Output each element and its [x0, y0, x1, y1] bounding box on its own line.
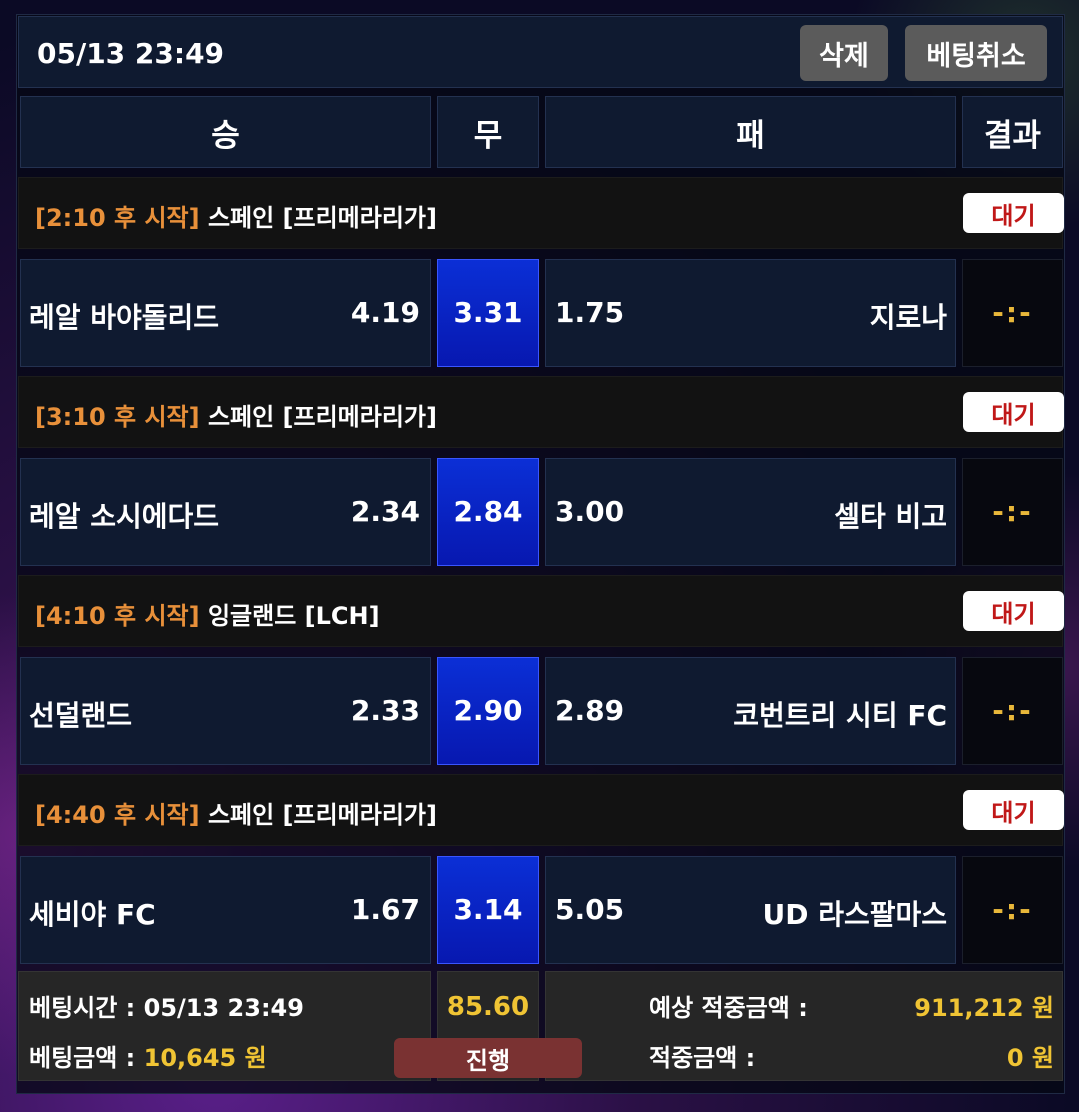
- away-odds: 5.05: [555, 893, 625, 926]
- bet-amount-label: 베팅금액 :: [29, 1044, 144, 1072]
- status-badge: 대기: [963, 591, 1064, 631]
- match-info-row: [4:40 후 시작] 스페인 [프리메라리가] 대기: [18, 774, 1064, 846]
- bet-slip-header: 05/13 23:49 삭제 베팅취소: [18, 16, 1063, 88]
- match-start-time: [4:10 후 시작]: [35, 602, 200, 630]
- result-score: -:-: [992, 893, 1033, 926]
- column-header-win: 승: [20, 96, 431, 168]
- status-badge: 대기: [963, 790, 1064, 830]
- away-team-name: 셀타 비고: [834, 500, 947, 533]
- status-badge: 대기: [963, 392, 1064, 432]
- delete-button[interactable]: 삭제: [800, 25, 888, 81]
- draw-odds-cell[interactable]: 2.90: [437, 657, 539, 765]
- result-cell: -:-: [962, 657, 1063, 765]
- away-team-cell[interactable]: 3.00 셀타 비고: [545, 458, 956, 566]
- result-cell: -:-: [962, 458, 1063, 566]
- bet-datetime: 05/13 23:49: [37, 37, 225, 70]
- result-score: -:-: [992, 495, 1033, 528]
- home-team-name: 세비야 FC: [29, 898, 156, 931]
- away-team-cell[interactable]: 2.89 코번트리 시티 FC: [545, 657, 956, 765]
- home-team-cell[interactable]: 레알 소시에다드 2.34: [20, 458, 431, 566]
- won-amount-value: 0 원: [1006, 1044, 1054, 1072]
- bet-time-value: 05/13 23:49: [143, 994, 304, 1022]
- match-info-row: [4:10 후 시작] 잉글랜드 [LCH] 대기: [18, 575, 1064, 647]
- bet-summary-left: 베팅시간 : 05/13 23:49 베팅금액 : 10,645 원: [18, 971, 431, 1081]
- column-header-lose: 패: [545, 96, 956, 168]
- home-odds: 2.33: [350, 694, 420, 727]
- bet-time-label: 베팅시간 :: [29, 994, 144, 1022]
- total-odds: 85.60: [446, 992, 530, 1022]
- match-league: 스페인 [프리메라리가]: [207, 801, 437, 829]
- home-team-name: 선덜랜드: [29, 699, 133, 732]
- home-odds: 2.34: [350, 495, 420, 528]
- match-start-time: [3:10 후 시작]: [35, 403, 200, 431]
- result-cell: -:-: [962, 259, 1063, 367]
- match-info-row: [2:10 후 시작] 스페인 [프리메라리가] 대기: [18, 177, 1064, 249]
- bet-amount-value: 10,645 원: [143, 1044, 267, 1072]
- away-odds: 2.89: [555, 694, 625, 727]
- draw-odds-cell[interactable]: 2.84: [437, 458, 539, 566]
- match-info: [3:10 후 시작] 스페인 [프리메라리가]: [35, 397, 437, 432]
- draw-odds-cell[interactable]: 3.14: [437, 856, 539, 964]
- match-league: 스페인 [프리메라리가]: [207, 403, 437, 431]
- home-team-cell[interactable]: 세비야 FC 1.67: [20, 856, 431, 964]
- away-team-name: UD 라스팔마스: [762, 898, 947, 931]
- bet-time-line: 베팅시간 : 05/13 23:49: [29, 988, 304, 1023]
- column-header-result: 결과: [962, 96, 1063, 168]
- home-odds: 1.67: [350, 893, 420, 926]
- away-team-cell[interactable]: 1.75 지로나: [545, 259, 956, 367]
- home-team-name: 레알 바야돌리드: [29, 301, 220, 334]
- draw-odds: 3.31: [453, 296, 523, 329]
- column-header-draw: 무: [437, 96, 539, 168]
- match-start-time: [4:40 후 시작]: [35, 801, 200, 829]
- status-badge: 대기: [963, 193, 1064, 233]
- draw-odds: 3.14: [453, 893, 523, 926]
- result-score: -:-: [992, 296, 1033, 329]
- result-score: -:-: [992, 694, 1033, 727]
- away-team-cell[interactable]: 5.05 UD 라스팔마스: [545, 856, 956, 964]
- match-league: 스페인 [프리메라리가]: [207, 204, 437, 232]
- home-team-cell[interactable]: 레알 바야돌리드 4.19: [20, 259, 431, 367]
- home-team-cell[interactable]: 선덜랜드 2.33: [20, 657, 431, 765]
- expected-win-label: 예상 적중금액 :: [649, 994, 808, 1022]
- away-team-name: 코번트리 시티 FC: [733, 699, 947, 732]
- bet-summary-right: 예상 적중금액 : 911,212 원 적중금액 : 0 원: [545, 971, 1063, 1081]
- cancel-bet-button[interactable]: 베팅취소: [905, 25, 1047, 81]
- match-league: 잉글랜드 [LCH]: [207, 602, 380, 630]
- draw-odds-cell[interactable]: 3.31: [437, 259, 539, 367]
- home-team-name: 레알 소시에다드: [29, 500, 220, 533]
- draw-odds: 2.84: [453, 495, 523, 528]
- match-info: [4:40 후 시작] 스페인 [프리메라리가]: [35, 795, 437, 830]
- draw-odds: 2.90: [453, 694, 523, 727]
- away-team-name: 지로나: [869, 301, 947, 334]
- won-amount-label: 적중금액 :: [649, 1044, 756, 1072]
- match-info: [4:10 후 시작] 잉글랜드 [LCH]: [35, 596, 380, 631]
- result-cell: -:-: [962, 856, 1063, 964]
- home-odds: 4.19: [350, 296, 420, 329]
- progress-status-badge: 진행: [394, 1038, 582, 1078]
- match-start-time: [2:10 후 시작]: [35, 204, 200, 232]
- bet-amount-line: 베팅금액 : 10,645 원: [29, 1038, 267, 1073]
- expected-win-value: 911,212 원: [914, 994, 1054, 1022]
- away-odds: 1.75: [555, 296, 625, 329]
- match-info-row: [3:10 후 시작] 스페인 [프리메라리가] 대기: [18, 376, 1064, 448]
- match-info: [2:10 후 시작] 스페인 [프리메라리가]: [35, 198, 437, 233]
- away-odds: 3.00: [555, 495, 625, 528]
